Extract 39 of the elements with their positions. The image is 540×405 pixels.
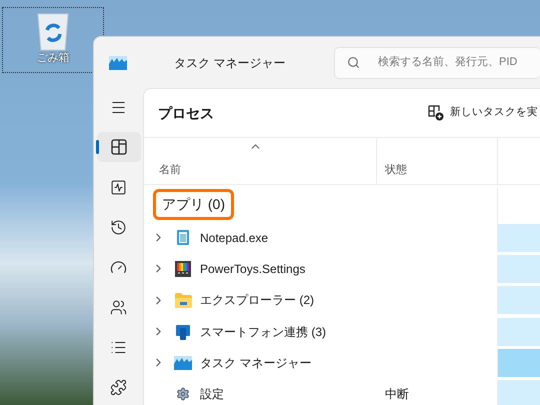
notepad-icon bbox=[176, 229, 190, 246]
column-header[interactable]: 状態 bbox=[385, 162, 407, 178]
process-name: PowerToys.Settings bbox=[200, 260, 306, 278]
new-task-button[interactable]: 新しいタスクを実 bbox=[426, 105, 540, 121]
process-name: エクスプローラー (2) bbox=[200, 292, 314, 310]
phone-icon bbox=[175, 324, 191, 340]
search-icon bbox=[347, 56, 360, 69]
window-title: タスク マネージャー bbox=[174, 54, 286, 72]
process-name: タスク マネージャー bbox=[200, 354, 312, 372]
status-text: 中断 bbox=[385, 386, 409, 404]
group-label: アプリ (0) bbox=[153, 188, 234, 220]
grid-icon bbox=[110, 139, 126, 155]
process-row[interactable]: スマートフォン連携 (3) bbox=[144, 318, 377, 346]
puzzle-icon bbox=[110, 378, 127, 396]
process-row[interactable]: エクスプローラー (2) bbox=[144, 286, 377, 314]
history-icon bbox=[110, 218, 127, 236]
app-logo-icon bbox=[109, 56, 127, 70]
column-header[interactable]: 名前 bbox=[159, 162, 376, 178]
process-name: 設定 bbox=[200, 386, 224, 404]
process-row[interactable]: タスク マネージャー bbox=[144, 348, 377, 377]
activity-icon bbox=[110, 178, 127, 196]
selection-indicator bbox=[96, 140, 98, 154]
search-input[interactable]: 検索する名前、発行元、PID bbox=[378, 54, 540, 71]
new-task-icon bbox=[428, 105, 444, 121]
gear-icon bbox=[176, 387, 190, 402]
process-row[interactable]: PowerToys.Settings bbox=[144, 254, 377, 283]
process-name: スマートフォン連携 (3) bbox=[200, 324, 326, 341]
process-row[interactable]: Notepad.exe bbox=[144, 224, 377, 252]
users-icon bbox=[110, 298, 127, 316]
chart-icon bbox=[174, 356, 192, 370]
icon-label: ごみ箱 bbox=[36, 52, 70, 66]
process-row[interactable]: 設定 bbox=[144, 380, 377, 405]
process-name: Notepad.exe bbox=[200, 230, 268, 247]
search-field[interactable]: 検索する名前、発行元、PID bbox=[334, 46, 540, 78]
gauge-icon bbox=[110, 258, 127, 276]
folder-icon bbox=[174, 292, 192, 308]
app-icon bbox=[175, 260, 191, 277]
page-title: プロセス bbox=[158, 104, 214, 122]
nav-item[interactable] bbox=[96, 132, 140, 162]
